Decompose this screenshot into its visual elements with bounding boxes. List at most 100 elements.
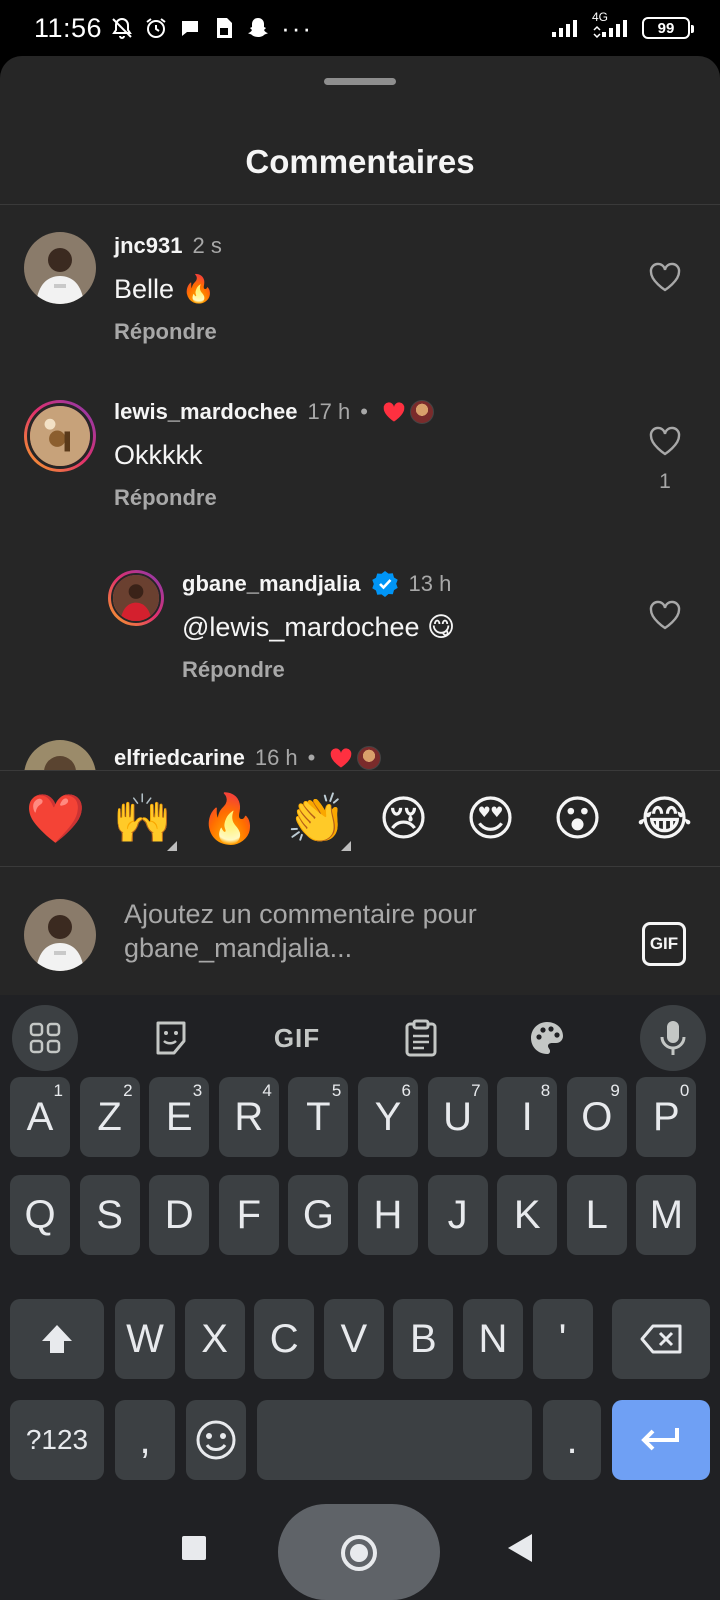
reaction-raised-hands[interactable]: 🙌 — [111, 791, 177, 851]
key-hint: 6 — [401, 1081, 411, 1100]
reaction-fire[interactable]: 🔥 — [198, 791, 262, 847]
key-k[interactable]: K — [497, 1175, 558, 1255]
key-hint: 5 — [331, 1081, 342, 1100]
avatar[interactable] — [24, 232, 96, 304]
bell-muted-icon — [110, 16, 134, 40]
key-g[interactable]: G — [288, 1175, 349, 1255]
comma-key[interactable]: , — [115, 1400, 175, 1480]
like-heart-icon[interactable] — [649, 426, 681, 456]
comment-time: 16 h — [254, 745, 298, 770]
key-t[interactable]: T5 — [288, 1077, 349, 1157]
key-e[interactable]: E3 — [149, 1077, 210, 1157]
key-u[interactable]: U7 — [427, 1077, 488, 1157]
key-o[interactable]: O9 — [566, 1077, 627, 1157]
key-h[interactable]: H — [358, 1175, 418, 1255]
quick-reactions-bar: ❤️ 🙌 🔥 👏 😢 😍 😮 😂 — [0, 770, 720, 867]
reaction-heart-eyes[interactable]: 😍 — [459, 791, 523, 847]
key-p[interactable]: P0 — [636, 1077, 697, 1157]
comment-text: @lewis_mardochee 😋 — [182, 612, 456, 642]
key-f[interactable]: F — [218, 1175, 279, 1255]
sheet-grabber[interactable] — [324, 78, 396, 85]
gif-button[interactable]: GIF — [642, 922, 686, 966]
comment-header: elfriedcarine 16 h • — [114, 744, 382, 770]
avatar[interactable] — [24, 400, 96, 472]
backspace-key[interactable] — [612, 1299, 710, 1379]
comment-input[interactable]: Ajoutez un commentaire pour gbane_mandja… — [124, 897, 594, 965]
key-w[interactable]: W — [115, 1299, 175, 1379]
network-type: 4G — [592, 10, 609, 24]
reaction-surprised[interactable]: 😮 — [546, 791, 610, 847]
home-button[interactable] — [341, 1535, 377, 1571]
comment-text: Belle 🔥 — [114, 274, 216, 304]
clipboard-icon[interactable] — [388, 1005, 454, 1071]
reaction-crying[interactable]: 😢 — [372, 791, 436, 847]
skin-tone-indicator-icon — [340, 840, 351, 851]
reply-item: gbane_mandjalia 13 h @lewis_mardochee 😋 … — [0, 564, 720, 714]
recent-apps-button[interactable] — [182, 1536, 206, 1560]
avatar[interactable] — [108, 570, 164, 626]
key-hint: 3 — [192, 1081, 203, 1100]
key-label: R — [234, 1094, 264, 1139]
enter-key[interactable] — [612, 1400, 710, 1480]
key-hint: 4 — [262, 1081, 272, 1100]
status-icons-left: ··· — [110, 13, 314, 43]
shift-key[interactable] — [10, 1299, 104, 1379]
key-apostrophe[interactable]: ' — [532, 1299, 593, 1379]
key-n[interactable]: N — [463, 1299, 523, 1379]
comment-username[interactable]: elfriedcarine — [114, 744, 245, 770]
verified-badge-icon — [371, 570, 399, 598]
emoji-key[interactable] — [186, 1400, 246, 1480]
key-hint: 7 — [471, 1081, 481, 1100]
key-s[interactable]: S — [79, 1175, 140, 1255]
comment-header: lewis_mardochee 17 h • — [114, 398, 434, 426]
microphone-icon[interactable] — [640, 1005, 706, 1071]
key-j[interactable]: J — [427, 1175, 488, 1255]
comment-header: jnc931 2 s — [114, 232, 222, 260]
key-y[interactable]: Y6 — [358, 1077, 418, 1157]
comment-item: lewis_mardochee 17 h • Okkkkk Répondre 1 — [0, 392, 720, 542]
key-q[interactable]: Q — [10, 1175, 70, 1255]
key-c[interactable]: C — [254, 1299, 315, 1379]
key-hint: 1 — [53, 1081, 63, 1100]
separator-dot: • — [307, 745, 316, 770]
key-i[interactable]: I8 — [497, 1077, 558, 1157]
space-key[interactable] — [257, 1400, 532, 1480]
reaction-clapping[interactable]: 👏 — [285, 790, 351, 851]
current-user-avatar — [24, 899, 96, 971]
key-label: O — [581, 1094, 613, 1139]
symbols-key[interactable]: ?123 — [10, 1400, 104, 1480]
key-l[interactable]: L — [566, 1175, 627, 1255]
comment-item: jnc931 2 s Belle 🔥 Répondre — [0, 224, 720, 374]
key-b[interactable]: B — [393, 1299, 454, 1379]
key-r[interactable]: R4 — [218, 1077, 279, 1157]
key-hint: 8 — [540, 1081, 551, 1100]
reply-button[interactable]: Répondre — [182, 656, 285, 684]
comment-username[interactable]: lewis_mardochee — [114, 398, 297, 426]
like-heart-icon[interactable] — [649, 262, 681, 292]
reply-button[interactable]: Répondre — [114, 318, 217, 346]
comment-username[interactable]: jnc931 — [114, 232, 183, 260]
key-v[interactable]: V — [323, 1299, 384, 1379]
sticker-icon[interactable] — [138, 1005, 204, 1071]
reply-button[interactable]: Répondre — [114, 484, 217, 512]
like-heart-icon[interactable] — [649, 600, 681, 630]
back-button[interactable] — [508, 1534, 532, 1562]
gif-keyboard-label: GIF — [273, 1022, 321, 1053]
comment-username[interactable]: gbane_mandjalia — [182, 570, 361, 598]
key-x[interactable]: X — [184, 1299, 245, 1379]
avatar[interactable] — [24, 740, 96, 770]
reaction-heart[interactable]: ❤️ — [24, 791, 88, 847]
author-mini-avatar — [409, 400, 434, 424]
apps-grid-icon[interactable] — [12, 1005, 78, 1071]
reaction-clapping-glyph: 👏 — [286, 790, 347, 847]
key-a[interactable]: A1 — [10, 1077, 70, 1157]
palette-icon[interactable] — [514, 1005, 580, 1071]
period-key[interactable]: . — [543, 1400, 601, 1480]
status-time: 11:56 — [34, 12, 103, 43]
reaction-laughing[interactable]: 😂 — [633, 791, 697, 847]
key-z[interactable]: Z2 — [79, 1077, 140, 1157]
key-m[interactable]: M — [636, 1175, 697, 1255]
status-bar: 11:56 ··· 4G 99 — [0, 0, 720, 56]
key-d[interactable]: D — [149, 1175, 210, 1255]
gif-keyboard-button[interactable]: GIF — [264, 1005, 330, 1071]
